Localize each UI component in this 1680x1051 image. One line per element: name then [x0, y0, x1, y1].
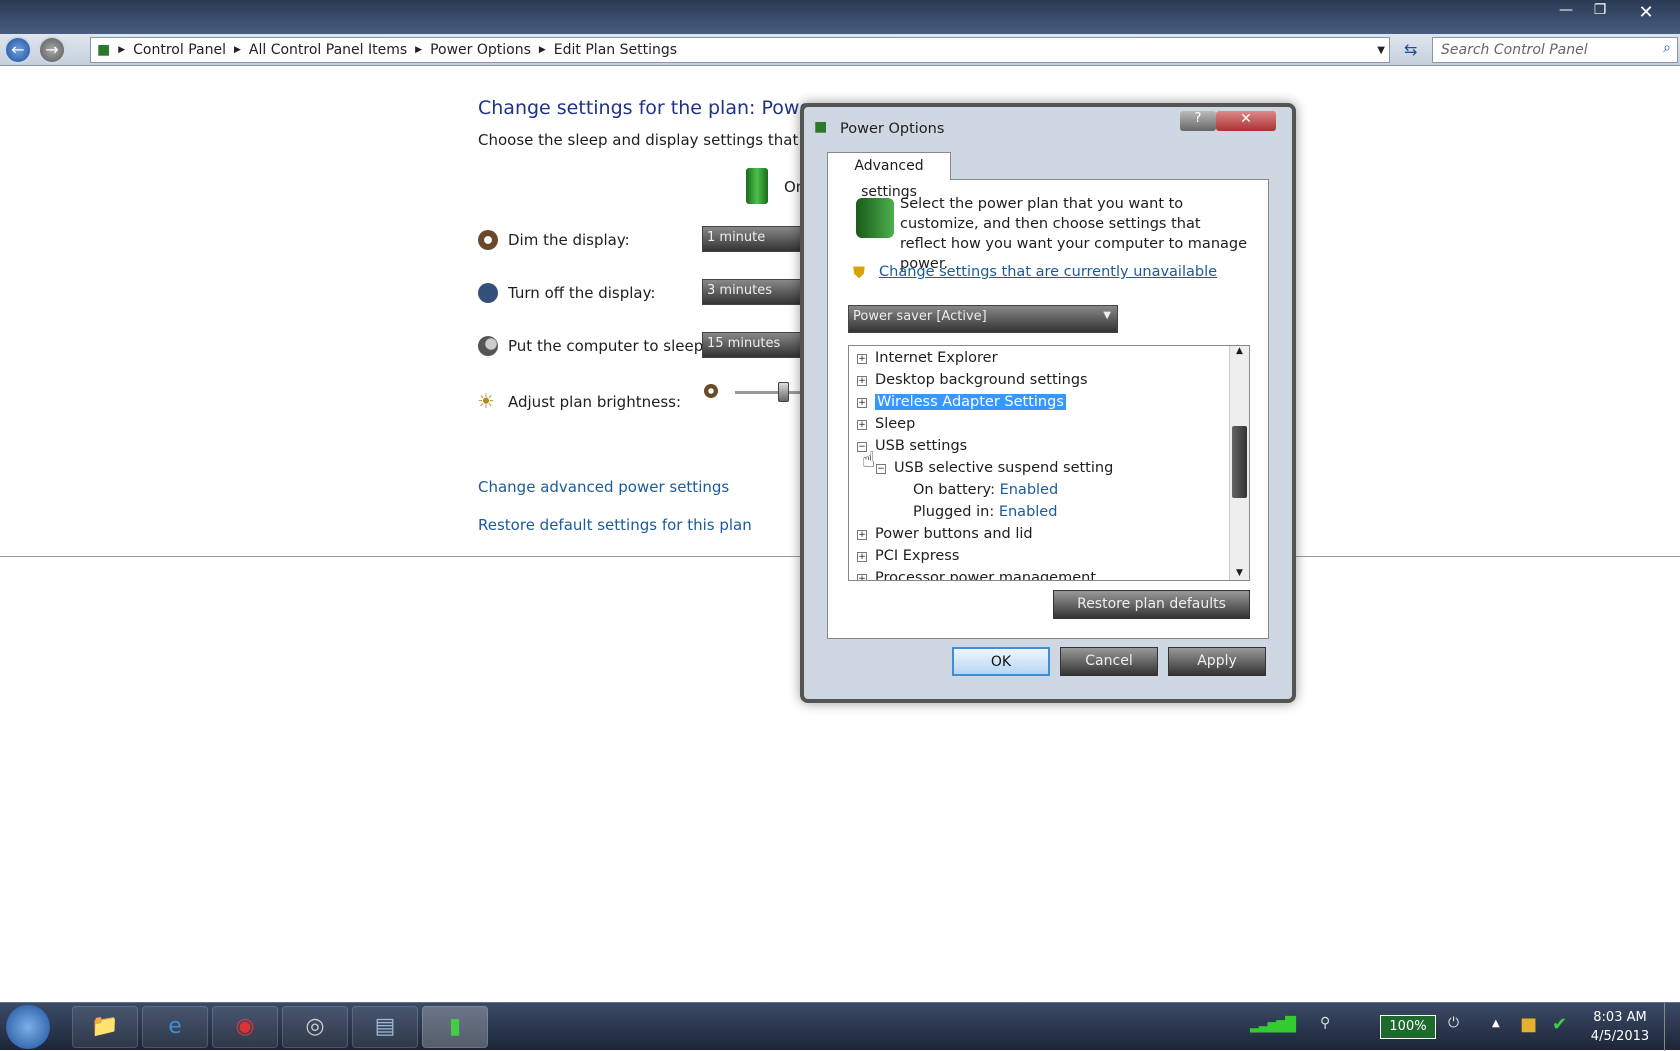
tree-item[interactable]: + Processor power management — [857, 567, 1096, 580]
power-options-icon: ■ — [814, 119, 828, 135]
explorer-taskbar-icon[interactable]: 📁 — [72, 1006, 138, 1048]
setting-label: Put the computer to sleep: — [508, 337, 709, 355]
tree-item[interactable]: + Power buttons and lid — [857, 523, 1033, 545]
brightness-low-icon — [704, 384, 718, 398]
scroll-down-icon: ▼ — [1236, 568, 1243, 578]
dim-display-icon — [478, 230, 498, 250]
tab-panel: Select the power plan that you want to c… — [827, 179, 1269, 639]
plugged-in-icon — [746, 168, 768, 204]
monitor-icon — [478, 283, 498, 303]
control-panel-icon: ■ — [97, 42, 111, 58]
expand-icon: + — [857, 574, 867, 580]
breadcrumb[interactable]: ■ ▶ Control Panel ▶ All Control Panel Item… — [90, 37, 1390, 63]
tab-advanced-settings[interactable]: Advanced settings — [827, 152, 951, 200]
action-center-icon[interactable]: ✔ — [1552, 1014, 1567, 1035]
intro-text: Select the power plan that you want to c… — [900, 196, 1248, 272]
control-panel-taskbar-icon[interactable]: ▤ — [352, 1006, 418, 1048]
signal-icon[interactable]: ▂▃▅▆█ — [1250, 1017, 1296, 1033]
restore-defaults-link[interactable]: Restore default settings for this plan — [478, 516, 752, 534]
battery-indicator[interactable]: 100% — [1380, 1015, 1436, 1039]
refresh-icon[interactable]: ⇆ — [1404, 40, 1417, 59]
expand-icon: + — [857, 420, 867, 430]
setting-label: Dim the display: — [508, 231, 630, 249]
close-button[interactable]: ✕ — [1630, 2, 1662, 23]
scroll-up-icon: ▲ — [1236, 346, 1243, 356]
taskbar: 📁 e ◉ ◎ ▤ ▮ ▂▃▅▆█ ⚲ 100% ⏻ ▲ ■ ✔ 8:03 AM… — [0, 1002, 1680, 1051]
tree-item[interactable]: + Sleep — [857, 413, 915, 435]
page-title: Change settings for the plan: Power sa — [478, 97, 847, 119]
tree-item[interactable]: − USB selective suspend setting — [876, 457, 1113, 479]
expand-icon: + — [857, 376, 867, 386]
show-hidden-icons-button[interactable]: ▲ — [1492, 1018, 1500, 1029]
breadcrumb-item[interactable]: Edit Plan Settings — [554, 42, 677, 58]
expand-icon: + — [857, 530, 867, 540]
plugged-in-setting[interactable]: Plugged in: Enabled — [913, 501, 1057, 523]
restore-plan-defaults-button[interactable]: Restore plan defaults — [1053, 590, 1250, 619]
camera-taskbar-icon[interactable]: ◎ — [282, 1006, 348, 1048]
tree-scrollbar[interactable]: ▲ ▼ — [1229, 346, 1249, 580]
hand-cursor-icon: ☝ — [862, 448, 876, 473]
tree-item[interactable]: + PCI Express — [857, 545, 959, 567]
power-options-dialog: ■ Power Options ? ✕ Select the power pla… — [800, 103, 1296, 703]
plan-select[interactable]: Power saver [Active] ▼ — [848, 305, 1118, 333]
clock[interactable]: 8:03 AM 4/5/2013 — [1590, 1008, 1650, 1046]
chevron-down-icon[interactable]: ▼ — [1377, 45, 1385, 56]
moon-icon — [478, 336, 498, 356]
start-button[interactable] — [6, 1005, 50, 1049]
change-advanced-settings-link[interactable]: Change advanced power settings — [478, 478, 729, 496]
turn-off-display-select[interactable]: 3 minutes — [702, 279, 802, 305]
tree-item-selected[interactable]: + Wireless Adapter Settings — [857, 391, 1066, 413]
setting-label: Adjust plan brightness: — [508, 393, 681, 411]
settings-tree[interactable]: + Internet Explorer + Desktop background s… — [848, 345, 1250, 581]
breadcrumb-item[interactable]: Control Panel — [133, 42, 226, 58]
window-title-bar: — ❐ ✕ — [0, 0, 1680, 36]
sleep-select[interactable]: 15 minutes — [702, 332, 802, 358]
minimize-button[interactable]: — — [1550, 2, 1582, 22]
ie-taskbar-icon[interactable]: e — [142, 1006, 208, 1048]
breadcrumb-item[interactable]: All Control Panel Items — [249, 42, 407, 58]
dialog-close-button[interactable]: ✕ — [1216, 111, 1276, 131]
expand-icon: + — [857, 398, 867, 408]
on-battery-setting[interactable]: On battery: Enabled — [913, 479, 1058, 501]
change-unavailable-settings-link[interactable]: Change settings that are currently unava… — [879, 264, 1217, 280]
chrome-taskbar-icon[interactable]: ◉ — [212, 1006, 278, 1048]
cancel-button[interactable]: Cancel — [1060, 647, 1158, 676]
ok-button[interactable]: OK — [952, 647, 1050, 676]
power-plug-icon[interactable]: ⏻ — [1448, 1015, 1459, 1031]
scrollbar-thumb[interactable] — [1232, 426, 1247, 498]
expand-icon: + — [857, 552, 867, 562]
brightness-icon: ☀ — [477, 389, 495, 413]
search-input[interactable]: Search Control Panel ⌕ — [1432, 37, 1678, 63]
maximize-button[interactable]: ❐ — [1584, 2, 1616, 22]
collapse-icon: − — [876, 464, 886, 474]
setting-label: Turn off the display: — [508, 284, 656, 302]
search-icon: ⌕ — [1663, 40, 1671, 56]
dim-display-select[interactable]: 1 minute — [702, 226, 802, 252]
show-desktop-button[interactable] — [1664, 1003, 1680, 1051]
dialog-title: Power Options — [840, 121, 945, 137]
expand-icon: + — [857, 354, 867, 364]
apply-button[interactable]: Apply — [1168, 647, 1266, 676]
address-bar: ← → ■ ▶ Control Panel ▶ All Control Panel … — [0, 34, 1680, 66]
shield-icon: ⛊ — [853, 263, 866, 282]
help-button[interactable]: ? — [1180, 111, 1216, 131]
brightness-slider-thumb[interactable] — [778, 382, 789, 402]
package-icon[interactable]: ■ — [1520, 1014, 1537, 1035]
back-button[interactable]: ← — [4, 36, 32, 64]
power-options-taskbar-icon[interactable]: ▮ — [422, 1006, 488, 1048]
forward-button[interactable]: → — [38, 36, 66, 64]
breadcrumb-item[interactable]: Power Options — [430, 42, 531, 58]
tree-item[interactable]: + Desktop background settings — [857, 369, 1088, 391]
brightness-slider[interactable] — [735, 391, 805, 394]
chevron-down-icon: ▼ — [1103, 310, 1111, 321]
wireless-icon[interactable]: ⚲ — [1320, 1015, 1330, 1031]
tree-item[interactable]: + Internet Explorer — [857, 347, 998, 369]
